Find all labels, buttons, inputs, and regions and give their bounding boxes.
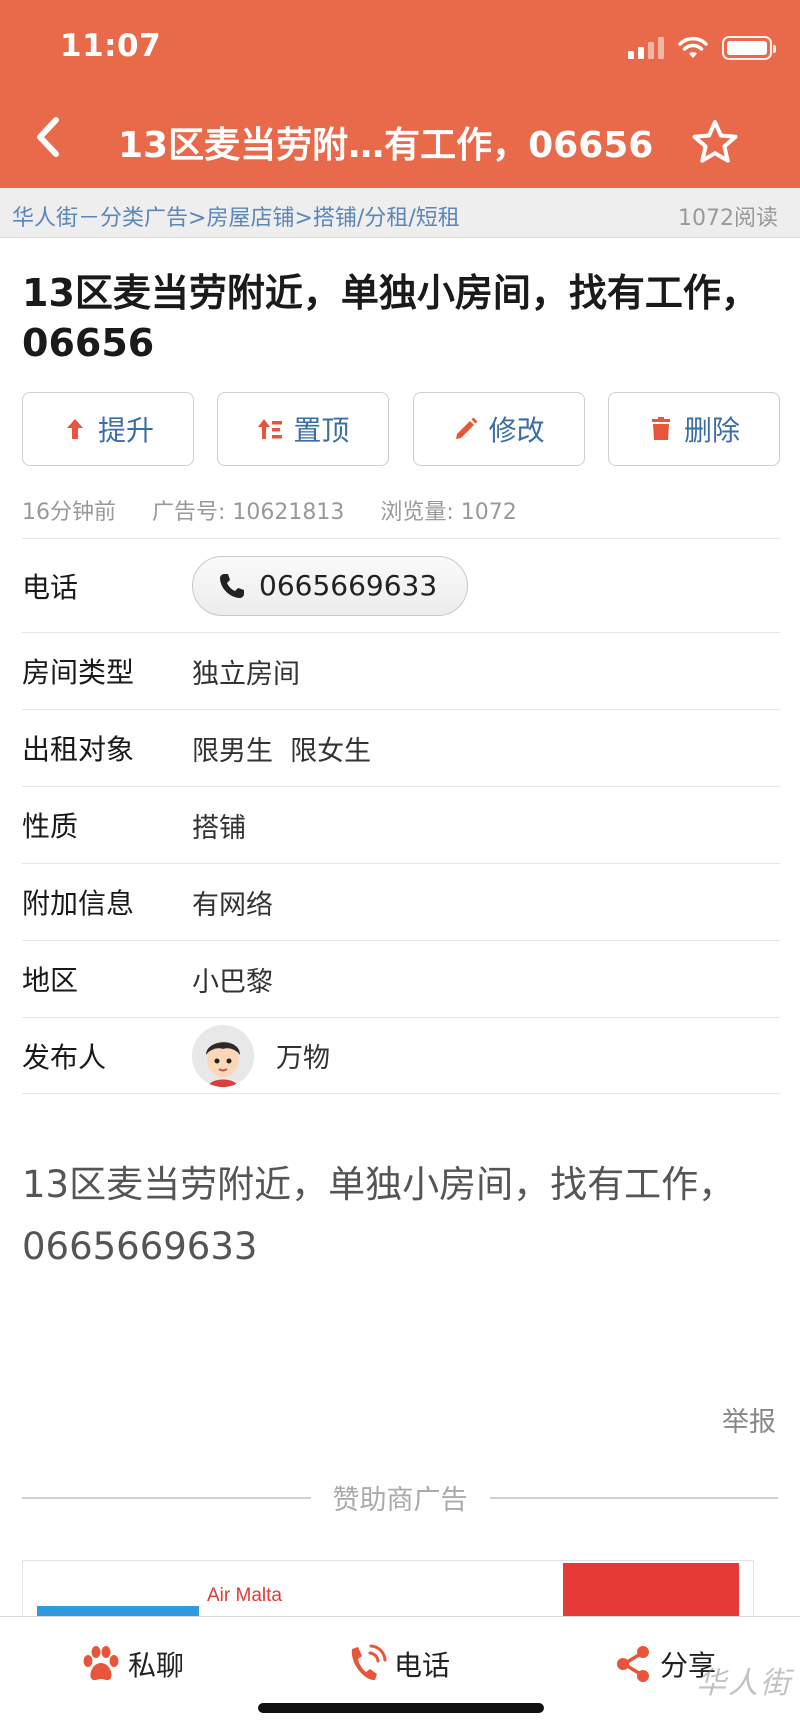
pin-top-icon xyxy=(258,419,283,439)
private-chat-button[interactable]: 私聊 xyxy=(80,1643,184,1685)
info-label: 房间类型 xyxy=(22,656,135,689)
breadcrumb-item[interactable]: 华人街－分类广告 xyxy=(12,206,188,231)
edit-label: 修改 xyxy=(488,414,545,447)
top-bar: 11:07 13区麦当劳附…有工作，06656 xyxy=(0,0,800,188)
sponsor-label: 赞助商广告 xyxy=(332,1485,468,1516)
info-row-phone: 电话 0665669633 xyxy=(22,538,780,632)
watermark: 华人街 xyxy=(696,1666,792,1701)
call-label: 电话 xyxy=(394,1649,451,1682)
breadcrumb-bar: 华人街－分类广告>房屋店铺>搭铺/分租/短租 1072阅读 xyxy=(0,188,800,238)
breadcrumb-item[interactable]: 房屋店铺 xyxy=(206,206,294,231)
info-row-tenant: 出租对象 限男生 限女生 xyxy=(22,709,780,786)
report-link[interactable]: 举报 xyxy=(722,1400,776,1439)
divider-line xyxy=(489,1496,778,1499)
info-value: 独立房间 xyxy=(192,658,300,690)
back-arrow-icon[interactable] xyxy=(28,112,68,162)
cellular-signal-icon xyxy=(628,37,664,59)
pin-top-button[interactable]: 置顶 xyxy=(217,392,390,466)
delete-button[interactable]: 删除 xyxy=(607,392,780,466)
info-value: 搭铺 xyxy=(192,812,246,844)
ad-red-block xyxy=(563,1563,739,1616)
trash-icon xyxy=(651,417,670,440)
publisher-name: 万物 xyxy=(276,1043,330,1074)
info-label: 发布人 xyxy=(22,1040,107,1074)
nav-title: 13区麦当劳附…有工作，06656 xyxy=(118,125,654,166)
status-time: 11:07 xyxy=(60,28,162,64)
info-row-extra: 附加信息 有网络 xyxy=(22,863,780,940)
breadcrumb-separator: > xyxy=(188,206,207,231)
info-row-publisher: 发布人 万物 xyxy=(22,1017,780,1094)
publisher[interactable]: 万物 xyxy=(192,1024,330,1087)
phone-number: 0665669633 xyxy=(259,569,438,602)
info-table: 电话 0665669633 房间类型 独立房间 出租对象 限男生 限女生 性质 … xyxy=(22,538,780,1094)
action-buttons: 提升 置顶 修改 删除 xyxy=(22,392,780,466)
pin-top-label: 置顶 xyxy=(293,414,350,447)
breadcrumb-separator: > xyxy=(294,206,313,231)
edit-button[interactable]: 修改 xyxy=(412,392,585,466)
info-row-room-type: 房间类型 独立房间 xyxy=(22,632,780,709)
info-label: 附加信息 xyxy=(22,887,135,920)
bottom-action-bar: 私聊 电话 分享 xyxy=(0,1616,800,1731)
avatar[interactable] xyxy=(192,1024,254,1087)
phone-ringing-icon xyxy=(351,1644,387,1681)
phone-call-button[interactable]: 0665669633 xyxy=(192,555,469,616)
info-label: 出租对象 xyxy=(22,733,135,766)
avatar-face-icon xyxy=(192,1024,254,1087)
info-value: 小巴黎 xyxy=(192,966,273,998)
post-meta: 16分钟前 广告号: 10621813 浏览量: 1072 xyxy=(22,494,517,526)
info-row-area: 地区 小巴黎 xyxy=(22,940,780,1017)
post-body: 13区麦当劳附近，单独小房间，找有工作，0665669633 xyxy=(22,1163,736,1268)
pencil-icon xyxy=(455,417,478,439)
info-row-nature: 性质 搭铺 xyxy=(22,786,780,863)
arrow-up-icon xyxy=(66,419,83,439)
breadcrumb: 华人街－分类广告>房屋店铺>搭铺/分租/短租 xyxy=(12,200,460,232)
sponsor-ad-banner[interactable]: Air Malta xyxy=(22,1560,754,1616)
ad-number: 广告号: 10621813 xyxy=(152,500,345,525)
post-time: 16分钟前 xyxy=(22,500,116,525)
info-label: 电话 xyxy=(22,570,79,604)
delete-label: 删除 xyxy=(683,414,740,447)
battery-icon xyxy=(722,36,776,60)
phone-icon xyxy=(220,573,244,598)
favorite-star-icon[interactable] xyxy=(690,118,740,168)
divider-line xyxy=(22,1496,311,1499)
wifi-icon xyxy=(678,36,708,58)
promote-label: 提升 xyxy=(97,414,154,447)
promote-button[interactable]: 提升 xyxy=(22,392,194,466)
share-icon xyxy=(617,1646,649,1682)
private-chat-label: 私聊 xyxy=(128,1649,185,1682)
info-label: 地区 xyxy=(22,964,79,997)
view-count: 浏览量: 1072 xyxy=(380,500,517,525)
post-title: 13区麦当劳附近，单独小房间，找有工作，06656 xyxy=(22,271,759,365)
ad-brand-text: Air Malta xyxy=(207,1585,282,1606)
ad-blue-stripe xyxy=(37,1606,199,1616)
sponsor-divider: 赞助商广告 xyxy=(22,1478,778,1517)
status-icons xyxy=(628,36,776,60)
info-value: 有网络 xyxy=(192,889,273,921)
paw-icon xyxy=(83,1646,119,1681)
call-button[interactable]: 电话 xyxy=(346,1643,450,1685)
info-label: 性质 xyxy=(22,810,79,843)
info-value: 限男生 限女生 xyxy=(192,735,372,767)
breadcrumb-item[interactable]: 搭铺/分租/短租 xyxy=(313,206,460,231)
read-count: 1072阅读 xyxy=(678,206,778,231)
home-indicator xyxy=(258,1703,544,1713)
